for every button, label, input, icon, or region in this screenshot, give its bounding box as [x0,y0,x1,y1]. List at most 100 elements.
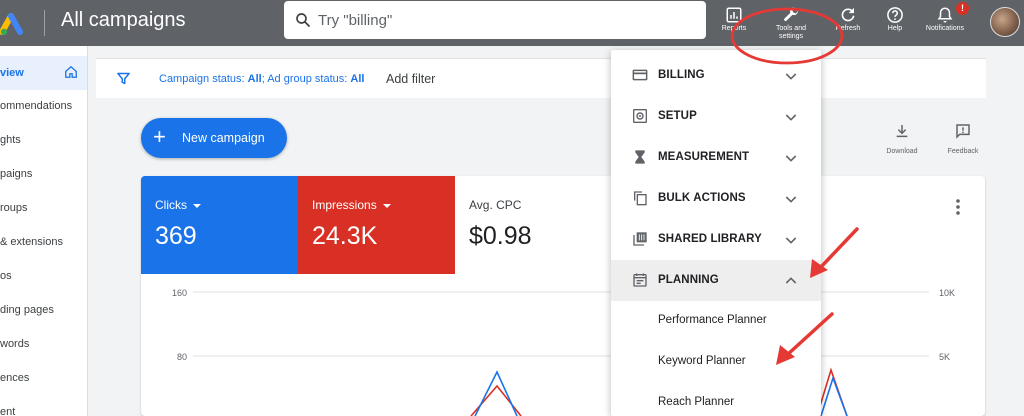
copy-icon [634,191,647,206]
menu-section-planning[interactable]: PLANNING [611,260,821,301]
page-title: All campaigns [61,9,186,31]
metric-label: Clicks [155,198,201,212]
sidebar-item-label: ommendations [0,100,73,112]
home-icon [65,65,77,78]
sidebar-item-ad-groups[interactable]: roups [0,191,87,225]
metric-value: 369 [155,222,197,250]
sidebar-item-label: ent [0,406,16,416]
search-input[interactable] [318,10,688,30]
help-icon [887,7,903,23]
sidebar-item-recommendations[interactable]: ommendations [0,89,87,123]
clicks-line [820,375,848,416]
add-filter-button[interactable]: Add filter [386,72,435,86]
ad-group-status-prefix: ; Ad group status: [261,73,351,85]
chevron-up-icon [785,277,797,284]
sidebar-item-keywords[interactable]: words [0,327,87,361]
sidebar-item-label: paigns [0,168,33,180]
search-box[interactable] [284,1,706,39]
menu-section-bulk-actions[interactable]: BULK ACTIONS [611,178,821,219]
tools-settings-menu: BILLING SETUP MEASUREMENT BULK ACTIONS S… [611,50,821,416]
chevron-down-icon [785,114,797,121]
right-tick-label: 10K [939,288,955,298]
right-tick-label: 5K [939,352,950,362]
calendar-icon [633,273,647,287]
tools-and-settings-button[interactable]: Tools and settings [766,4,816,42]
filter-icon[interactable] [116,71,131,86]
sidebar-item-label: ences [0,372,30,384]
top-app-bar: All campaigns Reports Tools and settings… [0,0,1024,46]
avatar[interactable] [990,7,1020,37]
sidebar-item-landing-pages[interactable]: ding pages [0,293,87,327]
campaign-status-value: All [247,73,262,85]
metric-impressions[interactable]: Impressions 24.3K [298,176,455,274]
google-ads-logo[interactable] [0,8,26,36]
sidebar-item-content[interactable]: ent [0,395,87,416]
performance-planner-link[interactable]: Performance Planner [658,314,767,326]
metric-label-text: Impressions [312,198,377,212]
download-icon [896,125,908,138]
metric-label: Avg. CPC [469,198,522,212]
menu-section-billing[interactable]: BILLING [611,55,821,96]
menu-section-setup[interactable]: SETUP [611,96,821,137]
sidebar-item-overview[interactable]: view [0,56,87,90]
reports-icon [726,7,742,23]
bell-icon [937,7,953,23]
impressions-line [470,384,522,416]
title-divider [44,10,45,36]
active-filters[interactable]: Campaign status: All; Ad group status: A… [159,73,364,85]
menu-section-label: PLANNING [658,274,719,286]
chevron-down-icon [785,155,797,162]
credit-card-icon [632,69,648,81]
performance-card: Clicks 369 Impressions 24.3K Avg. CPC $0… [141,176,985,416]
notifications-button[interactable]: ! Notifications [922,2,969,42]
refresh-button[interactable]: Refresh [830,4,866,42]
menu-section-measurement[interactable]: MEASUREMENT [611,137,821,178]
metric-label: Impressions [312,198,391,212]
sidebar-item-audiences[interactable]: ences [0,361,87,395]
filter-bar: Campaign status: All; Ad group status: A… [96,58,986,98]
metric-clicks[interactable]: Clicks 369 [141,176,298,274]
campaign-status-prefix: Campaign status: [159,73,248,85]
more-vert-icon[interactable] [953,198,963,216]
clicks-line [474,370,518,416]
notifications-label: Notifications [925,25,965,32]
chevron-down-icon [785,196,797,203]
new-campaign-label: New campaign [182,131,265,145]
sidebar-item-label: ghts [0,134,21,146]
sidebar-item-label: & extensions [0,236,63,248]
sidebar-item-insights[interactable]: ghts [0,123,87,157]
reach-planner-link[interactable]: Reach Planner [658,396,734,408]
feedback-button[interactable]: Feedback [941,123,985,155]
keyword-planner-link[interactable]: Keyword Planner [658,355,746,367]
hourglass-icon [635,150,645,164]
help-label: Help [887,25,903,32]
reports-button[interactable]: Reports [716,4,752,42]
dropdown-caret-icon [382,203,391,208]
new-campaign-button[interactable]: + New campaign [141,118,287,158]
metric-value: 24.3K [312,222,378,250]
help-button[interactable]: Help [877,4,913,42]
feedback-label: Feedback [947,148,979,155]
search-icon [296,13,310,27]
chevron-down-icon [785,73,797,80]
refresh-icon [841,8,855,22]
metric-value: $0.98 [469,222,532,250]
metric-avg-cpc[interactable]: Avg. CPC $0.98 [455,176,612,274]
menu-section-label: BILLING [658,69,705,81]
dropdown-caret-icon [193,203,201,208]
chevron-down-icon [785,237,797,244]
plus-icon: + [153,124,166,149]
download-label: Download [886,148,918,155]
setup-gear-icon [633,109,647,123]
sidebar-item-label: ding pages [0,304,54,316]
metric-label-text: Clicks [155,198,187,212]
menu-section-shared-library[interactable]: SHARED LIBRARY [611,219,821,260]
sidebar-item-label: os [0,270,12,282]
sidebar-item-campaigns[interactable]: paigns [0,157,87,191]
sidebar-item-videos[interactable]: os [0,259,87,293]
sidebar: view ommendations ghts paigns roups & ex… [0,46,88,416]
sidebar-item-ads-extensions[interactable]: & extensions [0,225,87,259]
sidebar-item-label: roups [0,202,28,214]
performance-chart: 160 80 10K 5K [172,288,955,416]
download-button[interactable]: Download [882,123,922,155]
